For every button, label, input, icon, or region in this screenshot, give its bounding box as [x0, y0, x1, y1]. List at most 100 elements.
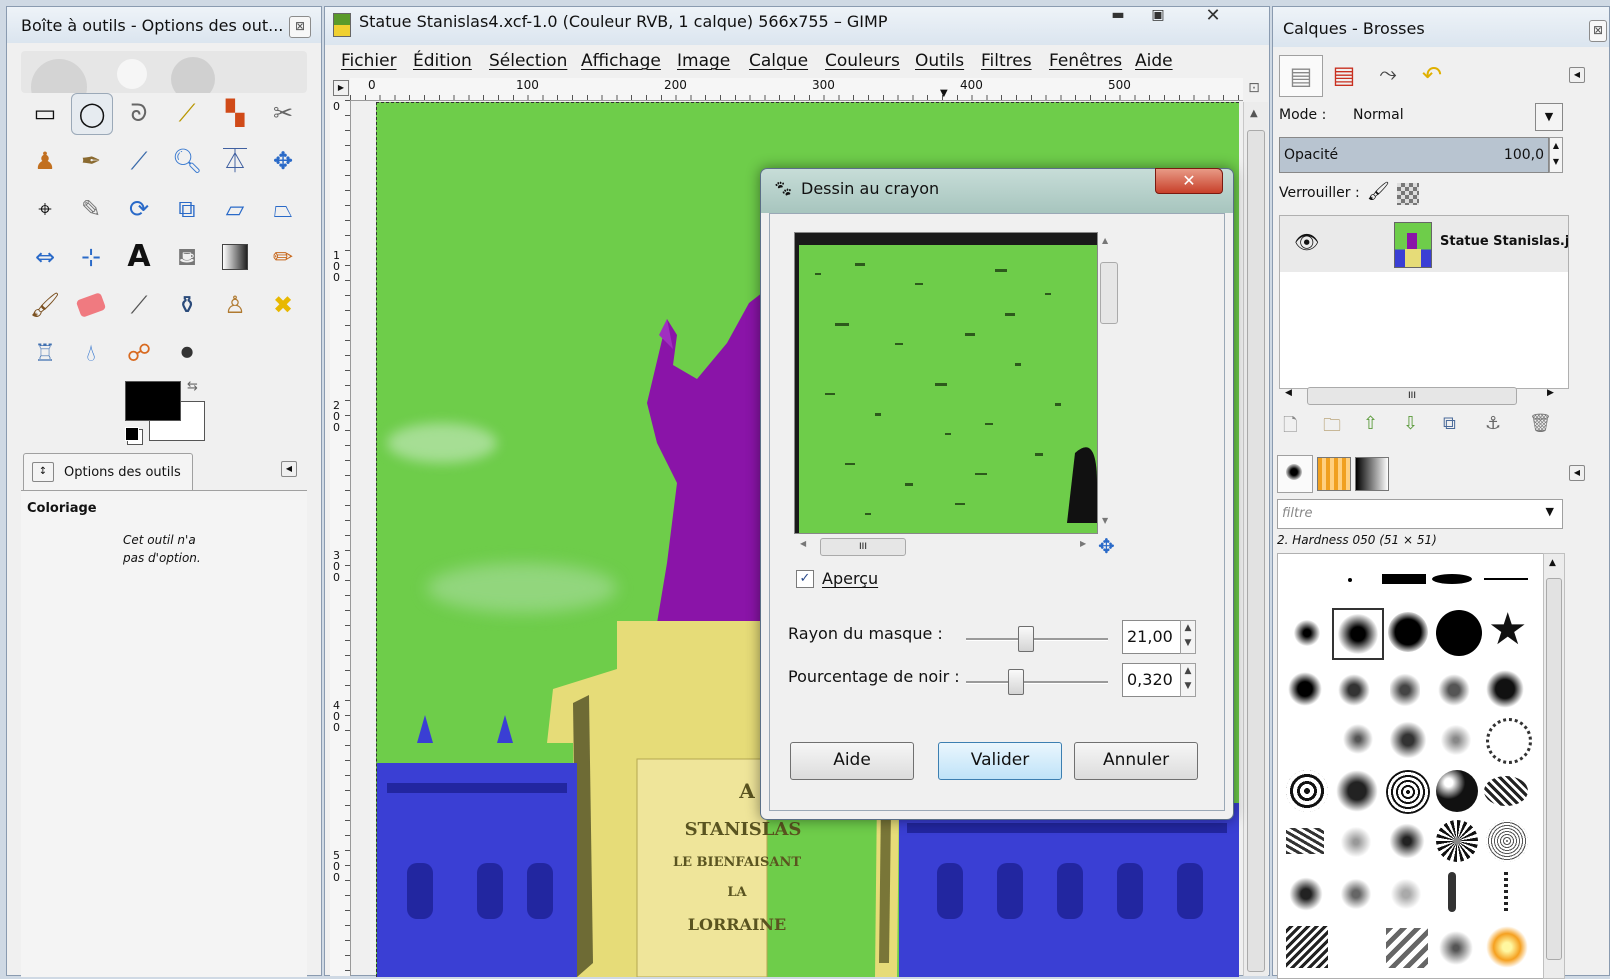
- ellipse-select-icon[interactable]: ◯: [71, 93, 113, 135]
- brush-item[interactable]: [1438, 674, 1470, 706]
- align-icon[interactable]: ⌖: [25, 189, 65, 229]
- brush-item[interactable]: [1390, 672, 1420, 708]
- airbrush-icon[interactable]: ⟋: [119, 285, 159, 325]
- tab-patterns[interactable]: [1317, 457, 1351, 491]
- perspective-icon[interactable]: ⏢: [263, 189, 303, 229]
- preview-vscrollbar[interactable]: ▲ ▼: [1098, 232, 1118, 532]
- lock-pixels-icon[interactable]: 🖌︎: [1367, 181, 1390, 202]
- brush-item[interactable]: [1436, 928, 1476, 968]
- brush-item[interactable]: [1286, 926, 1328, 968]
- delete-layer-icon[interactable]: 🗑︎: [1529, 413, 1552, 434]
- brush-item[interactable]: [1484, 578, 1528, 580]
- brush-grid-scrollbar[interactable]: ▲: [1543, 553, 1565, 979]
- menu-aide[interactable]: Aide: [1135, 51, 1173, 71]
- tab-tool-options[interactable]: ↕ Options des outils: [23, 453, 193, 492]
- menu-affichage[interactable]: Affichage: [581, 51, 661, 71]
- ink-icon[interactable]: ⚱: [167, 285, 207, 325]
- cage-transform-icon[interactable]: ⊹: [71, 237, 111, 277]
- free-select-icon[interactable]: ᘐ: [119, 93, 159, 133]
- brush-item[interactable]: [1486, 926, 1528, 968]
- tab-undo[interactable]: ↶: [1411, 55, 1453, 95]
- scrollbar-thumb[interactable]: [1247, 130, 1265, 972]
- tab-brushes[interactable]: [1277, 455, 1313, 493]
- paintbrush-icon[interactable]: 🖌︎: [25, 285, 65, 325]
- brush-item[interactable]: [1448, 872, 1456, 912]
- lock-alpha-icon[interactable]: [1397, 183, 1419, 205]
- fuzzy-select-icon[interactable]: ⟋: [167, 93, 207, 133]
- layers-close-icon[interactable]: ⊠: [1589, 20, 1607, 42]
- color-picker-icon[interactable]: ⟋: [119, 141, 159, 181]
- brush-item[interactable]: [1486, 718, 1532, 764]
- black-percent-spinner[interactable]: ▲ ▼: [1180, 663, 1196, 697]
- brush-item[interactable]: [1288, 672, 1322, 706]
- mode-value[interactable]: Normal: [1353, 107, 1404, 123]
- flip-icon[interactable]: ⇔: [25, 237, 65, 277]
- preview-checkbox-label[interactable]: Aperçu: [822, 569, 878, 588]
- black-percent-slider-thumb[interactable]: [1008, 669, 1024, 695]
- opacity-slider[interactable]: Opacité 100,0: [1279, 137, 1549, 173]
- default-colors-icon[interactable]: [125, 427, 139, 441]
- move-icon[interactable]: ✥: [263, 141, 303, 181]
- measure-icon[interactable]: ⏄: [215, 141, 255, 181]
- brush-item[interactable]: [1436, 820, 1478, 862]
- brush-item[interactable]: [1388, 822, 1426, 860]
- opacity-spinner[interactable]: ▲ ▼: [1549, 137, 1563, 173]
- ok-button[interactable]: Valider: [938, 742, 1062, 780]
- rotate-icon[interactable]: ⟳: [119, 189, 159, 229]
- toolbox-titlebar[interactable]: Boîte à outils - Options des out... ⊠: [7, 7, 321, 43]
- help-button[interactable]: Aide: [790, 742, 914, 780]
- layers-menu-icon[interactable]: ◀: [1569, 67, 1585, 83]
- brush-item[interactable]: [1436, 770, 1478, 812]
- brush-item[interactable]: [1338, 876, 1374, 912]
- brush-filter-dropdown-icon[interactable]: ▼: [1546, 505, 1554, 518]
- brush-item[interactable]: [1486, 670, 1524, 708]
- pencil-icon[interactable]: ✏: [263, 237, 303, 277]
- scale-icon[interactable]: ⧉: [167, 189, 207, 229]
- cancel-button[interactable]: Annuler: [1074, 742, 1198, 780]
- shear-icon[interactable]: ▱: [215, 189, 255, 229]
- menu-couleurs[interactable]: Couleurs: [825, 51, 900, 71]
- brush-item[interactable]: [1432, 574, 1472, 584]
- visibility-eye-icon[interactable]: 👁︎: [1294, 230, 1319, 254]
- close-icon[interactable]: ✕: [1193, 5, 1233, 27]
- swap-colors-icon[interactable]: ⇆: [187, 379, 198, 394]
- layers-hscrollbar[interactable]: ◀ III ▶: [1279, 385, 1567, 405]
- menu-outils[interactable]: Outils: [915, 51, 964, 71]
- black-percent-slider-track[interactable]: [966, 681, 1108, 684]
- brush-selected[interactable]: [1332, 608, 1384, 660]
- menu-image[interactable]: Image: [677, 51, 730, 71]
- preview-hscrollbar[interactable]: ◀ III ▶: [794, 536, 1096, 556]
- brush-scroll-up-icon[interactable]: ▲: [1549, 558, 1556, 568]
- toolbox-close-icon[interactable]: ⊠: [289, 16, 311, 38]
- mode-dropdown-icon[interactable]: ▼: [1535, 103, 1563, 131]
- layers-scroll-left-icon[interactable]: ◀: [1285, 388, 1292, 398]
- color-select-icon[interactable]: ▚: [215, 93, 255, 133]
- menu-filtres[interactable]: Filtres: [981, 51, 1032, 71]
- preview-scroll-down-icon[interactable]: ▼: [1102, 516, 1108, 525]
- foreground-select-icon[interactable]: ♟: [25, 141, 65, 181]
- brush-star-icon[interactable]: ★: [1488, 608, 1527, 652]
- minimize-icon[interactable]: ▬: [1103, 7, 1133, 29]
- brush-item[interactable]: [1338, 824, 1374, 860]
- mask-radius-spinner[interactable]: ▲ ▼: [1180, 620, 1196, 654]
- eraser-icon[interactable]: [71, 285, 111, 325]
- brush-item[interactable]: [1286, 770, 1328, 812]
- brush-item[interactable]: [1386, 928, 1428, 968]
- smudge-icon[interactable]: ☍: [119, 333, 159, 373]
- clone-icon[interactable]: ♙: [215, 285, 255, 325]
- brush-item[interactable]: [1336, 770, 1378, 812]
- menu-calque[interactable]: Calque: [749, 51, 808, 71]
- dodge-burn-icon[interactable]: ⚫︎: [167, 333, 207, 373]
- perspective-clone-icon[interactable]: ♖: [25, 333, 65, 373]
- brush-item[interactable]: [1504, 872, 1508, 912]
- preview-hscroll-thumb[interactable]: III: [820, 538, 906, 556]
- blur-icon[interactable]: 💧︎: [71, 333, 111, 373]
- heal-icon[interactable]: ✖: [263, 285, 303, 325]
- lower-layer-icon[interactable]: ⇩: [1403, 413, 1418, 434]
- tab-channels[interactable]: ▤: [1323, 55, 1365, 95]
- menu-selection[interactable]: Sélection: [489, 51, 567, 71]
- paths-icon[interactable]: ✒: [71, 141, 111, 181]
- layers-titlebar[interactable]: Calques - Brosses ⊠: [1273, 7, 1609, 47]
- brush-item[interactable]: [1386, 770, 1430, 814]
- tool-options-menu-icon[interactable]: ◀: [281, 461, 297, 477]
